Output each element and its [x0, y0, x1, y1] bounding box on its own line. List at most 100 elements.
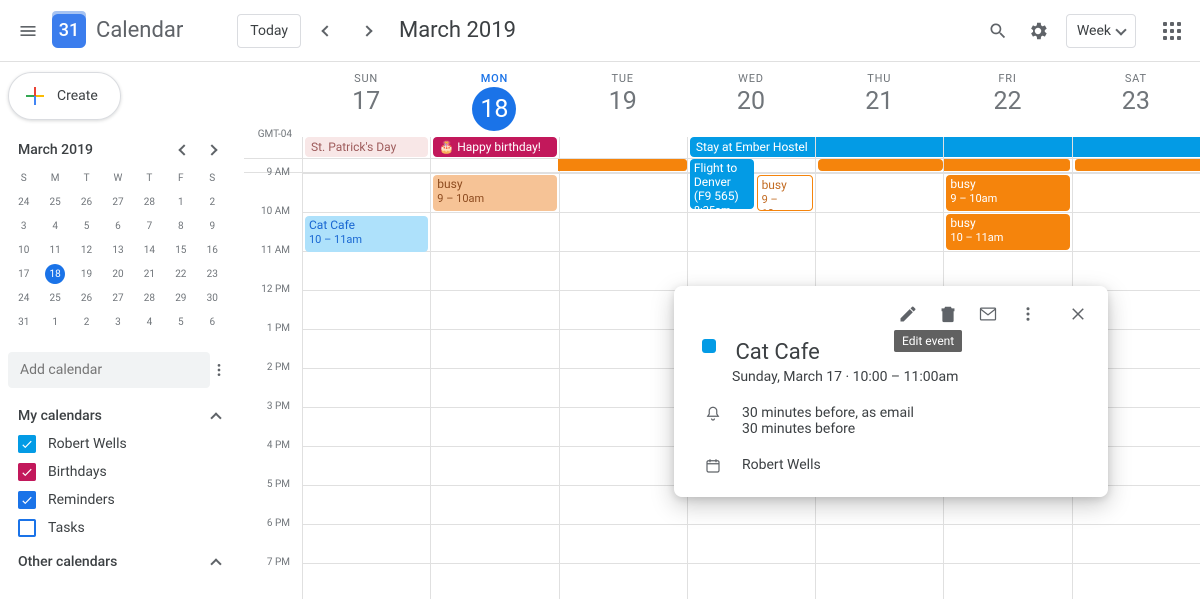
mini-day[interactable]: 5: [71, 214, 102, 238]
calendar-item[interactable]: Reminders: [8, 486, 228, 514]
mini-day[interactable]: 17: [8, 262, 39, 286]
mini-day[interactable]: 28: [134, 286, 165, 310]
event-allday[interactable]: [558, 159, 687, 171]
mini-prev-button[interactable]: [172, 138, 196, 162]
mini-day[interactable]: 26: [71, 286, 102, 310]
mini-day[interactable]: 1: [165, 190, 196, 214]
mini-day[interactable]: 18: [39, 262, 70, 286]
mini-day[interactable]: 31: [8, 310, 39, 334]
day-header[interactable]: SAT23: [1072, 62, 1200, 131]
mini-day[interactable]: 24: [8, 190, 39, 214]
mini-day[interactable]: 3: [8, 214, 39, 238]
mini-day[interactable]: 27: [102, 190, 133, 214]
prev-week-button[interactable]: [307, 11, 347, 51]
mini-day[interactable]: 26: [71, 190, 102, 214]
mini-day[interactable]: 9: [197, 214, 228, 238]
event-time: 9 – 10am: [950, 192, 997, 205]
calendar-event[interactable]: Flight to Denver (F9 565)8:35am – Raleig…: [690, 159, 754, 209]
search-button[interactable]: [978, 11, 1018, 51]
day-header[interactable]: FRI22: [943, 62, 1071, 131]
event-allday[interactable]: St. Patrick's Day: [305, 137, 428, 157]
mini-day[interactable]: 28: [134, 190, 165, 214]
calendar-item[interactable]: Robert Wells: [8, 430, 228, 458]
mini-calendar[interactable]: SMTWTFS242526272812345678910111213141516…: [8, 166, 228, 334]
calendar-event[interactable]: busy9 – 10am: [946, 175, 1069, 211]
calendar-checkbox[interactable]: [18, 519, 36, 537]
mini-day[interactable]: 23: [197, 262, 228, 286]
mini-day[interactable]: 11: [39, 238, 70, 262]
mini-day[interactable]: 5: [165, 310, 196, 334]
email-guests-button[interactable]: [968, 294, 1008, 334]
calendar-event[interactable]: busy9 – 10am: [433, 175, 556, 211]
calendar-checkbox[interactable]: [18, 463, 36, 481]
edit-event-button[interactable]: [888, 294, 928, 334]
mini-day[interactable]: 6: [197, 310, 228, 334]
dow-label: MON: [430, 72, 558, 85]
create-button[interactable]: Create: [8, 72, 121, 120]
add-calendar-input[interactable]: [8, 352, 210, 388]
mini-day[interactable]: 15: [165, 238, 196, 262]
calendar-checkbox[interactable]: [18, 491, 36, 509]
main-menu-button[interactable]: [8, 11, 48, 51]
day-header[interactable]: THU21: [815, 62, 943, 131]
search-icon: [988, 21, 1008, 41]
mini-day[interactable]: 7: [134, 214, 165, 238]
calendar-event[interactable]: busy10 – 11am: [946, 214, 1069, 250]
mini-day[interactable]: 25: [39, 190, 70, 214]
mini-day[interactable]: 12: [71, 238, 102, 262]
mini-day[interactable]: 10: [8, 238, 39, 262]
mini-day[interactable]: 22: [165, 262, 196, 286]
google-apps-button[interactable]: [1152, 11, 1192, 51]
view-selector[interactable]: Week: [1066, 14, 1136, 48]
settings-button[interactable]: [1018, 11, 1058, 51]
dom-label: 18: [430, 87, 558, 131]
close-popup-button[interactable]: [1058, 294, 1098, 334]
day-header[interactable]: SUN17: [302, 62, 430, 131]
delete-event-button[interactable]: [928, 294, 968, 334]
mini-day[interactable]: 13: [102, 238, 133, 262]
hour-label: 5 PM: [244, 479, 296, 518]
calendar-item[interactable]: Tasks: [8, 514, 228, 542]
mini-day[interactable]: 27: [102, 286, 133, 310]
chevron-left-icon: [321, 25, 332, 36]
event-allday[interactable]: [1075, 159, 1200, 171]
mini-day[interactable]: 2: [197, 190, 228, 214]
mini-day[interactable]: 1: [39, 310, 70, 334]
mini-day[interactable]: 20: [102, 262, 133, 286]
day-header[interactable]: MON 18: [430, 62, 558, 131]
mini-day[interactable]: 2: [71, 310, 102, 334]
mini-day[interactable]: 19: [71, 262, 102, 286]
chevron-up-icon[interactable]: [210, 558, 221, 569]
event-options-button[interactable]: [1008, 294, 1048, 334]
mini-day[interactable]: 6: [102, 214, 133, 238]
mini-day[interactable]: 16: [197, 238, 228, 262]
event-time: 8:35am – Raleigh R: [694, 204, 741, 209]
calendar-item[interactable]: Birthdays: [8, 458, 228, 486]
mini-day[interactable]: 14: [134, 238, 165, 262]
next-week-button[interactable]: [347, 11, 387, 51]
chevron-up-icon[interactable]: [210, 412, 221, 423]
sidebar: Create March 2019 SMTWTFS242526272812345…: [0, 62, 244, 599]
mini-day[interactable]: 30: [197, 286, 228, 310]
calendar-event[interactable]: busy9 – 10am: [757, 175, 814, 211]
mini-day[interactable]: 8: [165, 214, 196, 238]
mini-day[interactable]: 21: [134, 262, 165, 286]
mini-day[interactable]: 4: [39, 214, 70, 238]
day-header[interactable]: WED20: [687, 62, 815, 131]
calendar-event[interactable]: Cat Cafe10 – 11am: [305, 216, 428, 252]
add-calendar-options-button[interactable]: [210, 350, 228, 390]
mini-day[interactable]: 3: [102, 310, 133, 334]
mini-dow: F: [165, 166, 196, 190]
event-allday[interactable]: [818, 159, 943, 171]
today-button[interactable]: Today: [237, 14, 301, 48]
event-allday[interactable]: [944, 159, 1069, 171]
event-allday[interactable]: 🎂 Happy birthday!: [433, 137, 556, 157]
mini-next-button[interactable]: [200, 138, 224, 162]
mini-day[interactable]: 24: [8, 286, 39, 310]
event-time: 10 – 11am: [309, 233, 362, 246]
mini-day[interactable]: 25: [39, 286, 70, 310]
mini-day[interactable]: 29: [165, 286, 196, 310]
mini-day[interactable]: 4: [134, 310, 165, 334]
day-header[interactable]: TUE19: [559, 62, 687, 131]
calendar-checkbox[interactable]: [18, 435, 36, 453]
